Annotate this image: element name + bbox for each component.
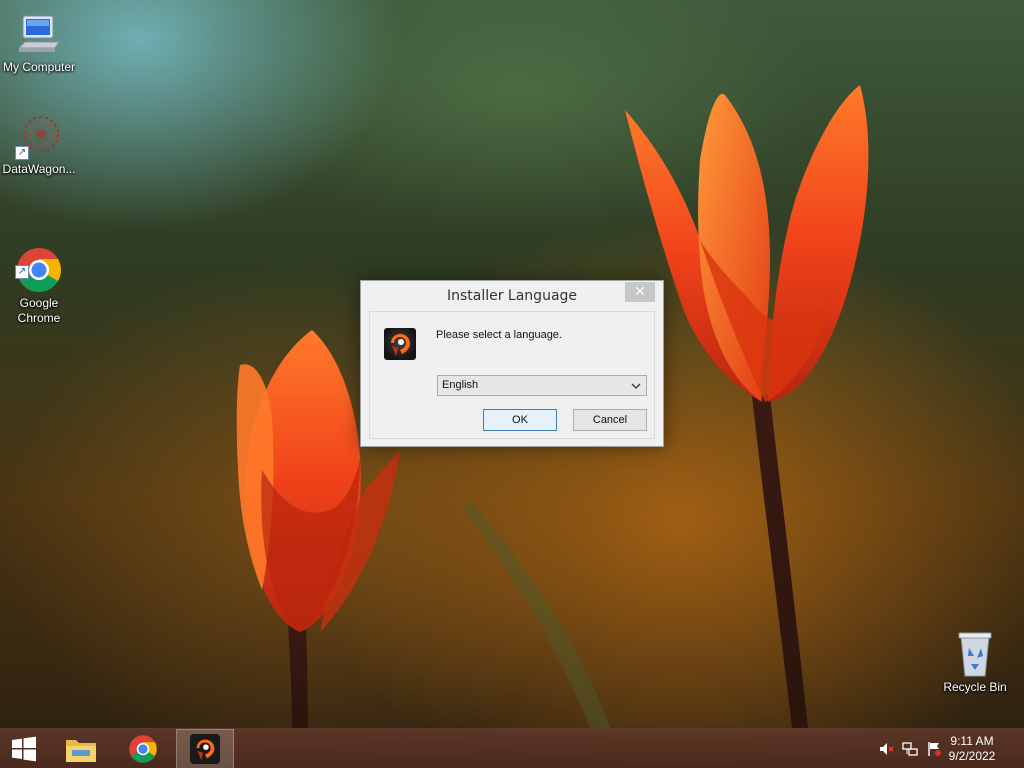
desktop-icon-google-chrome[interactable]: ↗ Google Chrome [0,216,78,341]
computer-icon [15,10,63,58]
volume-muted-icon[interactable] [878,741,894,757]
start-icon [12,736,36,762]
chrome-icon [129,735,157,763]
taskbar: 9:11 AM 9/2/2022 [0,728,1024,768]
network-icon[interactable] [902,741,918,757]
desktop-icon-label: Google Chrome [17,296,61,325]
system-tray: 9:11 AM 9/2/2022 [864,729,1024,768]
cancel-button[interactable]: Cancel [573,409,647,431]
language-select[interactable]: English [437,375,647,396]
file-explorer-icon [66,740,96,762]
desktop-icon-my-computer[interactable]: My Computer [0,10,78,75]
recycle-bin-icon [951,630,999,678]
chevron-down-icon [629,376,643,395]
installer-language-dialog: Installer Language ✕ Please select a lan… [360,280,664,447]
language-prompt: Please select a language. [436,329,562,341]
desktop-icon-recycle-bin[interactable]: Recycle Bin [936,630,1014,695]
chrome-icon: ↗ [15,231,63,292]
clock-time: 9:11 AM [950,734,994,748]
datawagon-icon: ↗ [15,112,63,160]
desktop-icon-datawagon[interactable]: ↗ DataWagon... [0,112,78,177]
desktop-icon-label: My Computer [2,60,76,74]
taskbar-file-explorer[interactable] [52,729,110,768]
ok-button[interactable]: OK [483,409,557,431]
installer-app-icon [190,734,220,764]
installer-app-icon [384,328,416,360]
shortcut-arrow-icon: ↗ [15,146,29,160]
taskbar-clock[interactable]: 9:11 AM 9/2/2022 [942,734,1002,764]
taskbar-installer[interactable] [176,729,234,768]
action-center-flag-icon[interactable] [926,741,942,757]
language-select-value: English [442,379,479,391]
shortcut-arrow-icon: ↗ [15,265,29,279]
dialog-title: Installer Language [446,288,578,304]
taskbar-chrome[interactable] [114,729,172,768]
dialog-titlebar[interactable]: Installer Language ✕ [361,281,663,311]
desktop-icon-label: DataWagon... [2,162,76,176]
clock-date: 9/2/2022 [948,749,996,763]
desktop-icon-label: Recycle Bin [943,680,1007,694]
dialog-body: Please select a language. English OK Can… [369,311,655,439]
start-button[interactable] [0,729,48,768]
close-icon: ✕ [634,284,646,300]
close-button[interactable]: ✕ [625,282,655,302]
